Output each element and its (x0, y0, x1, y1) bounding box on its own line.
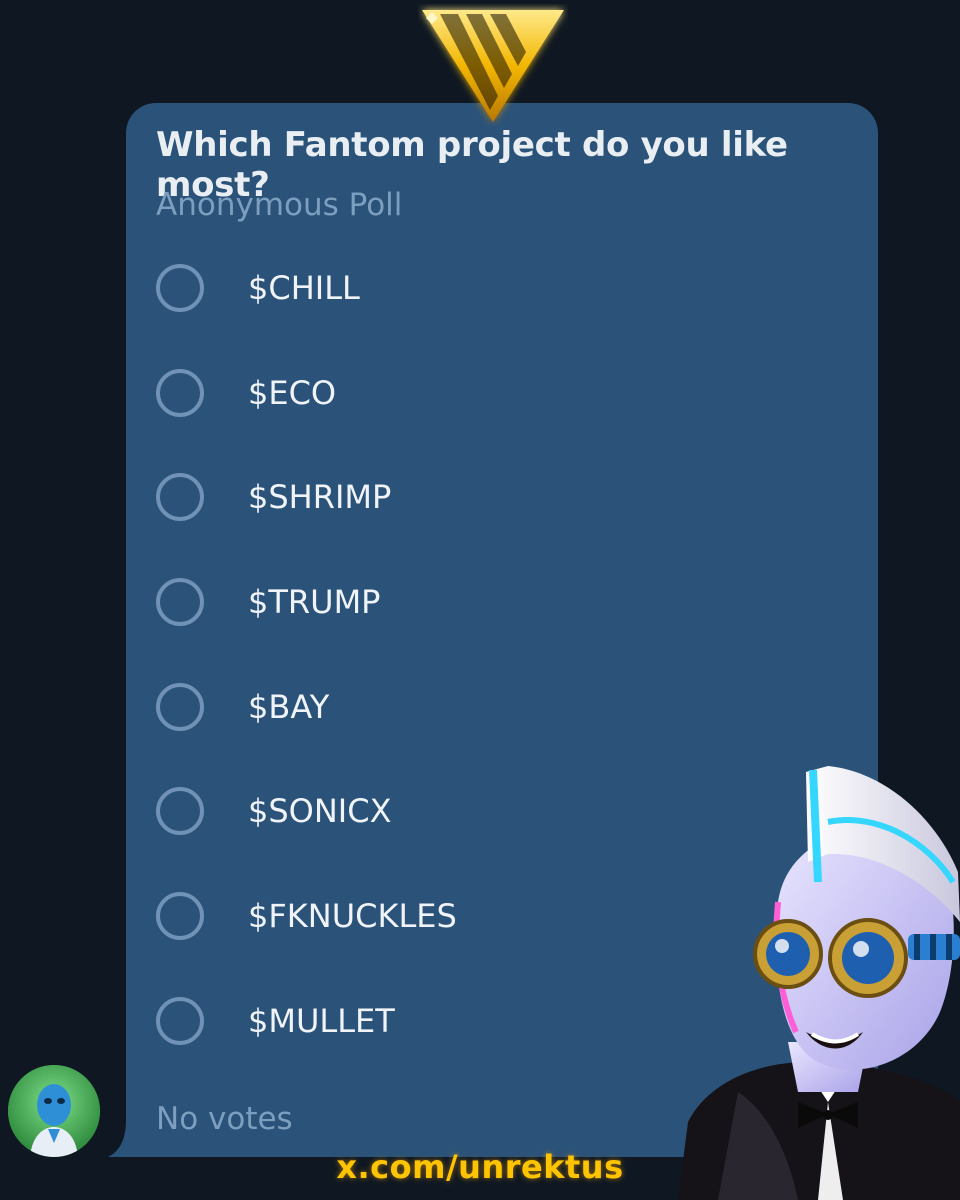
poll-option-eco[interactable]: $ECO (156, 358, 796, 428)
radio-circle-icon[interactable] (156, 787, 204, 835)
poll-option-label: $SHRIMP (248, 478, 392, 516)
poll-option-label: $FKNUCKLES (248, 897, 457, 935)
avatar[interactable] (8, 1065, 100, 1157)
poll-option-label: $SONICX (248, 792, 392, 830)
poll-option-label: $TRUMP (248, 583, 381, 621)
poll-type-label: Anonymous Poll (156, 187, 403, 223)
radio-circle-icon[interactable] (156, 473, 204, 521)
poll-option-label: $CHILL (248, 269, 360, 307)
poll-option-chill[interactable]: $CHILL (156, 253, 796, 323)
poll-option-shrimp[interactable]: $SHRIMP (156, 462, 796, 532)
poll-vote-count: No votes (156, 1101, 293, 1137)
radio-circle-icon[interactable] (156, 683, 204, 731)
radio-circle-icon[interactable] (156, 578, 204, 626)
poll-option-label: $BAY (248, 688, 330, 726)
poll-option-trump[interactable]: $TRUMP (156, 567, 796, 637)
social-handle[interactable]: x.com/unrektus (0, 1148, 960, 1186)
poll-option-label: $MULLET (248, 1002, 395, 1040)
poll-option-label: $ECO (248, 374, 337, 412)
radio-circle-icon[interactable] (156, 997, 204, 1045)
radio-circle-icon[interactable] (156, 892, 204, 940)
radio-circle-icon[interactable] (156, 264, 204, 312)
poll-option-bay[interactable]: $BAY (156, 672, 796, 742)
gold-triangle-logo-icon (418, 4, 568, 126)
mascot-character-illustration (678, 762, 960, 1200)
radio-circle-icon[interactable] (156, 369, 204, 417)
